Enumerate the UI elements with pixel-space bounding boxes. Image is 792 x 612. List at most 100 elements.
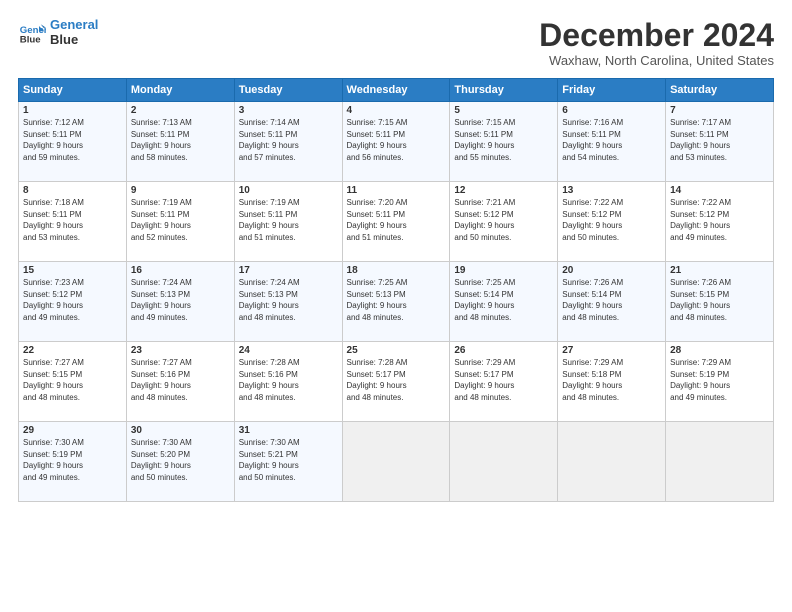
svg-text:Blue: Blue <box>20 35 41 46</box>
day-info: Sunrise: 7:26 AM Sunset: 5:15 PM Dayligh… <box>670 277 769 323</box>
day-info: Sunrise: 7:17 AM Sunset: 5:11 PM Dayligh… <box>670 117 769 163</box>
day-cell: 28Sunrise: 7:29 AM Sunset: 5:19 PM Dayli… <box>666 342 774 422</box>
day-number: 21 <box>670 265 769 276</box>
day-number: 8 <box>23 185 122 196</box>
day-info: Sunrise: 7:29 AM Sunset: 5:17 PM Dayligh… <box>454 357 553 403</box>
day-number: 31 <box>239 425 338 436</box>
day-info: Sunrise: 7:21 AM Sunset: 5:12 PM Dayligh… <box>454 197 553 243</box>
day-cell: 12Sunrise: 7:21 AM Sunset: 5:12 PM Dayli… <box>450 182 558 262</box>
week-row-5: 29Sunrise: 7:30 AM Sunset: 5:19 PM Dayli… <box>19 422 774 502</box>
day-info: Sunrise: 7:30 AM Sunset: 5:21 PM Dayligh… <box>239 437 338 483</box>
day-info: Sunrise: 7:23 AM Sunset: 5:12 PM Dayligh… <box>23 277 122 323</box>
day-info: Sunrise: 7:20 AM Sunset: 5:11 PM Dayligh… <box>347 197 446 243</box>
logo-blue: Blue <box>50 33 98 48</box>
day-number: 7 <box>670 105 769 116</box>
day-info: Sunrise: 7:16 AM Sunset: 5:11 PM Dayligh… <box>562 117 661 163</box>
week-row-4: 22Sunrise: 7:27 AM Sunset: 5:15 PM Dayli… <box>19 342 774 422</box>
logo-general: General <box>50 18 98 33</box>
header-cell-wednesday: Wednesday <box>342 79 450 102</box>
day-number: 24 <box>239 345 338 356</box>
day-number: 4 <box>347 105 446 116</box>
week-row-3: 15Sunrise: 7:23 AM Sunset: 5:12 PM Dayli… <box>19 262 774 342</box>
day-info: Sunrise: 7:28 AM Sunset: 5:16 PM Dayligh… <box>239 357 338 403</box>
day-info: Sunrise: 7:19 AM Sunset: 5:11 PM Dayligh… <box>131 197 230 243</box>
title-block: December 2024 Waxhaw, North Carolina, Un… <box>539 18 774 68</box>
day-cell <box>558 422 666 502</box>
day-cell: 16Sunrise: 7:24 AM Sunset: 5:13 PM Dayli… <box>126 262 234 342</box>
day-info: Sunrise: 7:29 AM Sunset: 5:18 PM Dayligh… <box>562 357 661 403</box>
day-number: 14 <box>670 185 769 196</box>
day-cell: 9Sunrise: 7:19 AM Sunset: 5:11 PM Daylig… <box>126 182 234 262</box>
day-number: 22 <box>23 345 122 356</box>
header-cell-thursday: Thursday <box>450 79 558 102</box>
day-info: Sunrise: 7:29 AM Sunset: 5:19 PM Dayligh… <box>670 357 769 403</box>
day-number: 27 <box>562 345 661 356</box>
header-cell-sunday: Sunday <box>19 79 127 102</box>
day-number: 30 <box>131 425 230 436</box>
header: General Blue General Blue December 2024 … <box>18 18 774 68</box>
day-info: Sunrise: 7:15 AM Sunset: 5:11 PM Dayligh… <box>347 117 446 163</box>
week-row-1: 1Sunrise: 7:12 AM Sunset: 5:11 PM Daylig… <box>19 102 774 182</box>
location: Waxhaw, North Carolina, United States <box>539 53 774 68</box>
day-cell: 30Sunrise: 7:30 AM Sunset: 5:20 PM Dayli… <box>126 422 234 502</box>
day-cell <box>666 422 774 502</box>
day-cell: 24Sunrise: 7:28 AM Sunset: 5:16 PM Dayli… <box>234 342 342 422</box>
day-number: 9 <box>131 185 230 196</box>
day-cell: 17Sunrise: 7:24 AM Sunset: 5:13 PM Dayli… <box>234 262 342 342</box>
day-number: 18 <box>347 265 446 276</box>
day-number: 11 <box>347 185 446 196</box>
header-cell-saturday: Saturday <box>666 79 774 102</box>
day-cell: 15Sunrise: 7:23 AM Sunset: 5:12 PM Dayli… <box>19 262 127 342</box>
header-cell-tuesday: Tuesday <box>234 79 342 102</box>
day-info: Sunrise: 7:30 AM Sunset: 5:20 PM Dayligh… <box>131 437 230 483</box>
day-number: 28 <box>670 345 769 356</box>
day-number: 12 <box>454 185 553 196</box>
day-number: 26 <box>454 345 553 356</box>
calendar-table: SundayMondayTuesdayWednesdayThursdayFrid… <box>18 78 774 502</box>
day-info: Sunrise: 7:15 AM Sunset: 5:11 PM Dayligh… <box>454 117 553 163</box>
day-info: Sunrise: 7:24 AM Sunset: 5:13 PM Dayligh… <box>131 277 230 323</box>
day-number: 2 <box>131 105 230 116</box>
day-info: Sunrise: 7:27 AM Sunset: 5:15 PM Dayligh… <box>23 357 122 403</box>
day-cell: 10Sunrise: 7:19 AM Sunset: 5:11 PM Dayli… <box>234 182 342 262</box>
day-info: Sunrise: 7:26 AM Sunset: 5:14 PM Dayligh… <box>562 277 661 323</box>
day-number: 10 <box>239 185 338 196</box>
day-cell: 23Sunrise: 7:27 AM Sunset: 5:16 PM Dayli… <box>126 342 234 422</box>
day-cell: 11Sunrise: 7:20 AM Sunset: 5:11 PM Dayli… <box>342 182 450 262</box>
day-info: Sunrise: 7:12 AM Sunset: 5:11 PM Dayligh… <box>23 117 122 163</box>
day-info: Sunrise: 7:19 AM Sunset: 5:11 PM Dayligh… <box>239 197 338 243</box>
day-cell: 13Sunrise: 7:22 AM Sunset: 5:12 PM Dayli… <box>558 182 666 262</box>
day-cell <box>450 422 558 502</box>
month-title: December 2024 <box>539 18 774 53</box>
day-info: Sunrise: 7:24 AM Sunset: 5:13 PM Dayligh… <box>239 277 338 323</box>
day-number: 17 <box>239 265 338 276</box>
day-cell: 1Sunrise: 7:12 AM Sunset: 5:11 PM Daylig… <box>19 102 127 182</box>
day-cell: 27Sunrise: 7:29 AM Sunset: 5:18 PM Dayli… <box>558 342 666 422</box>
day-number: 5 <box>454 105 553 116</box>
day-cell: 3Sunrise: 7:14 AM Sunset: 5:11 PM Daylig… <box>234 102 342 182</box>
day-info: Sunrise: 7:27 AM Sunset: 5:16 PM Dayligh… <box>131 357 230 403</box>
day-number: 15 <box>23 265 122 276</box>
calendar-body: 1Sunrise: 7:12 AM Sunset: 5:11 PM Daylig… <box>19 102 774 502</box>
day-cell: 6Sunrise: 7:16 AM Sunset: 5:11 PM Daylig… <box>558 102 666 182</box>
day-cell: 8Sunrise: 7:18 AM Sunset: 5:11 PM Daylig… <box>19 182 127 262</box>
day-cell: 14Sunrise: 7:22 AM Sunset: 5:12 PM Dayli… <box>666 182 774 262</box>
day-info: Sunrise: 7:22 AM Sunset: 5:12 PM Dayligh… <box>562 197 661 243</box>
day-cell: 2Sunrise: 7:13 AM Sunset: 5:11 PM Daylig… <box>126 102 234 182</box>
day-info: Sunrise: 7:14 AM Sunset: 5:11 PM Dayligh… <box>239 117 338 163</box>
day-info: Sunrise: 7:22 AM Sunset: 5:12 PM Dayligh… <box>670 197 769 243</box>
day-number: 29 <box>23 425 122 436</box>
day-info: Sunrise: 7:25 AM Sunset: 5:14 PM Dayligh… <box>454 277 553 323</box>
day-cell: 29Sunrise: 7:30 AM Sunset: 5:19 PM Dayli… <box>19 422 127 502</box>
day-cell: 26Sunrise: 7:29 AM Sunset: 5:17 PM Dayli… <box>450 342 558 422</box>
header-row: SundayMondayTuesdayWednesdayThursdayFrid… <box>19 79 774 102</box>
day-cell: 7Sunrise: 7:17 AM Sunset: 5:11 PM Daylig… <box>666 102 774 182</box>
day-cell: 31Sunrise: 7:30 AM Sunset: 5:21 PM Dayli… <box>234 422 342 502</box>
day-number: 20 <box>562 265 661 276</box>
day-cell: 18Sunrise: 7:25 AM Sunset: 5:13 PM Dayli… <box>342 262 450 342</box>
calendar-header: SundayMondayTuesdayWednesdayThursdayFrid… <box>19 79 774 102</box>
day-number: 3 <box>239 105 338 116</box>
day-number: 13 <box>562 185 661 196</box>
day-info: Sunrise: 7:18 AM Sunset: 5:11 PM Dayligh… <box>23 197 122 243</box>
header-cell-monday: Monday <box>126 79 234 102</box>
